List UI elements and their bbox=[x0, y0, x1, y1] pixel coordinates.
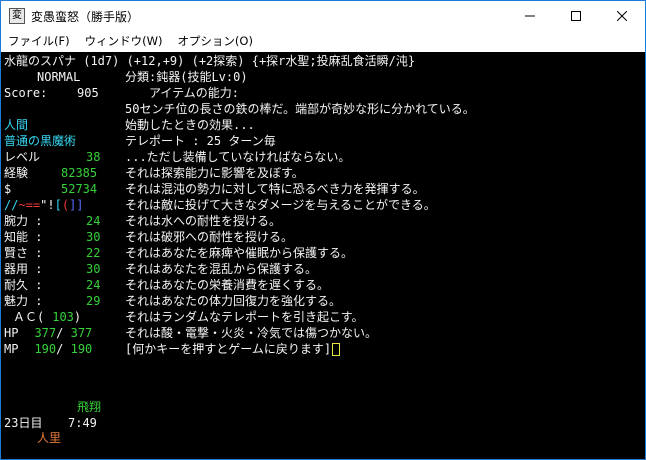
minimize-icon bbox=[525, 15, 535, 17]
day-counter: 23日目 bbox=[4, 416, 43, 430]
description-line: それは水への耐性を授ける。 bbox=[125, 214, 282, 228]
description-line: それは混沌の勢力に対して特に恐るべき力を発揮する。 bbox=[125, 182, 425, 196]
description-line: それは破邪への耐性を授ける。 bbox=[125, 230, 294, 244]
maximize-button[interactable] bbox=[553, 1, 599, 31]
continue-prompt[interactable]: [何かキーを押すとゲームに戻ります] bbox=[125, 341, 341, 357]
exp-label: 経験 bbox=[4, 166, 29, 180]
stat-wis-value: 22 bbox=[86, 246, 101, 260]
equip-cloak: ( bbox=[61, 198, 70, 212]
description-line: 分類:鈍器(技能Lv:0) bbox=[125, 70, 248, 84]
mp-current: 190 bbox=[34, 342, 57, 356]
description-line: 始動したときの効果... bbox=[125, 118, 255, 132]
description-line: テレポート : 25 ターン毎 bbox=[125, 134, 276, 148]
title-bar[interactable]: 変 変愚蛮怒（勝手版） bbox=[1, 1, 645, 31]
game-mode: NORMAL bbox=[37, 70, 81, 84]
gold-value: 52734 bbox=[61, 182, 98, 196]
race-label: 人間 bbox=[4, 118, 29, 132]
mp-label: MP bbox=[4, 342, 19, 356]
equip-weapon: // bbox=[4, 198, 19, 212]
mp-display: MP 190/ 190 bbox=[4, 342, 93, 356]
mp-max: 190 bbox=[70, 342, 93, 356]
maximize-icon bbox=[571, 11, 581, 21]
equip-armor: [ bbox=[54, 198, 62, 212]
description-line: それは敵に投げて大きなダメージを与えることができる。 bbox=[125, 198, 436, 212]
continue-prompt-text: [何かキーを押すとゲームに戻ります] bbox=[125, 342, 332, 356]
stat-dex-value: 30 bbox=[86, 262, 101, 276]
hp-max: 377 bbox=[70, 326, 93, 340]
location-name: 人里 bbox=[37, 431, 62, 445]
stat-chr-label: 魅力 : bbox=[4, 294, 43, 308]
stat-chr-value: 29 bbox=[86, 294, 101, 308]
equip-amulet: "! bbox=[40, 198, 55, 212]
hp-current: 377 bbox=[34, 326, 57, 340]
menu-file[interactable]: ファイル(F) bbox=[1, 33, 78, 49]
description-line: それはあなたを混乱から保護する。 bbox=[125, 262, 318, 276]
close-icon bbox=[617, 11, 627, 21]
text-cursor bbox=[332, 343, 341, 356]
window-title: 変愚蛮怒（勝手版） bbox=[31, 10, 140, 24]
stat-dex-label: 器用 : bbox=[4, 262, 43, 276]
description-line: アイテムの能力: bbox=[125, 86, 240, 100]
hp-display: HP 377/ 377 bbox=[4, 326, 93, 340]
flying-status: 飛翔 bbox=[77, 400, 102, 414]
close-button[interactable] bbox=[599, 1, 645, 31]
description-line: それはあなたの体力回復力を強化する。 bbox=[125, 294, 342, 308]
game-console[interactable]: 水龍のスパナ (1d7) (+12,+9) (+2探索) {+探r水聖;投麻乱食… bbox=[1, 52, 645, 459]
ac-label: ＡＣ( bbox=[13, 310, 45, 324]
description-line: それはあなたの栄養消費を遅くする。 bbox=[125, 278, 330, 292]
description-line: それは酸・電撃・火炎・冷気では傷つかない。 bbox=[125, 326, 378, 340]
description-line: それは探索能力に影響を及ぼす。 bbox=[125, 166, 304, 180]
hp-label: HP bbox=[4, 326, 19, 340]
stat-str-label: 腕力 : bbox=[4, 214, 43, 228]
menu-options[interactable]: オプション(O) bbox=[170, 33, 261, 49]
game-time: 7:49 bbox=[68, 416, 97, 430]
equip-boots: ]] bbox=[69, 198, 84, 212]
stat-wis-label: 賢さ : bbox=[4, 246, 43, 260]
exp-value: 82385 bbox=[61, 166, 98, 180]
menu-window[interactable]: ウィンドウ(W) bbox=[78, 33, 171, 49]
minimize-button[interactable] bbox=[507, 1, 553, 31]
ac-value: 103 bbox=[52, 310, 74, 324]
stat-con-value: 24 bbox=[86, 278, 101, 292]
description-line: それはあなたを麻痺や催眠から保護する。 bbox=[125, 246, 354, 260]
score-label: Score: bbox=[4, 86, 48, 100]
equipment-row: //~=="![(]] bbox=[4, 197, 84, 213]
stat-int-label: 知能 : bbox=[4, 230, 43, 244]
game-window: 変 変愚蛮怒（勝手版） ファイル(F) ウィンドウ(W) オプション(O) 水龍… bbox=[0, 0, 646, 460]
level-value: 38 bbox=[86, 150, 101, 164]
stat-con-label: 耐久 : bbox=[4, 278, 43, 292]
app-icon: 変 bbox=[9, 8, 25, 24]
item-header: 水龍のスパナ (1d7) (+12,+9) (+2探索) {+探r水聖;投麻乱食… bbox=[4, 54, 416, 68]
class-label: 普通の黒魔術 bbox=[4, 134, 77, 148]
ac-close: ) bbox=[73, 310, 82, 324]
stat-int-value: 30 bbox=[86, 230, 101, 244]
description-line: 50センチ位の長さの鉄の棒だ。端部が奇妙な形に分かれている。 bbox=[125, 102, 475, 116]
stat-str-value: 24 bbox=[86, 214, 101, 228]
equip-rings: ~== bbox=[18, 198, 41, 212]
armor-class: ＡＣ( 103) bbox=[13, 309, 81, 325]
menu-bar: ファイル(F) ウィンドウ(W) オプション(O) bbox=[1, 31, 645, 51]
score-value: 905 bbox=[77, 86, 99, 100]
level-label: レベル bbox=[4, 150, 41, 164]
gold-label: $ bbox=[4, 182, 12, 196]
description-line: それはランダムなテレポートを引き起こす。 bbox=[125, 310, 364, 324]
description-line: ...ただし装備していなければならない。 bbox=[125, 150, 351, 164]
